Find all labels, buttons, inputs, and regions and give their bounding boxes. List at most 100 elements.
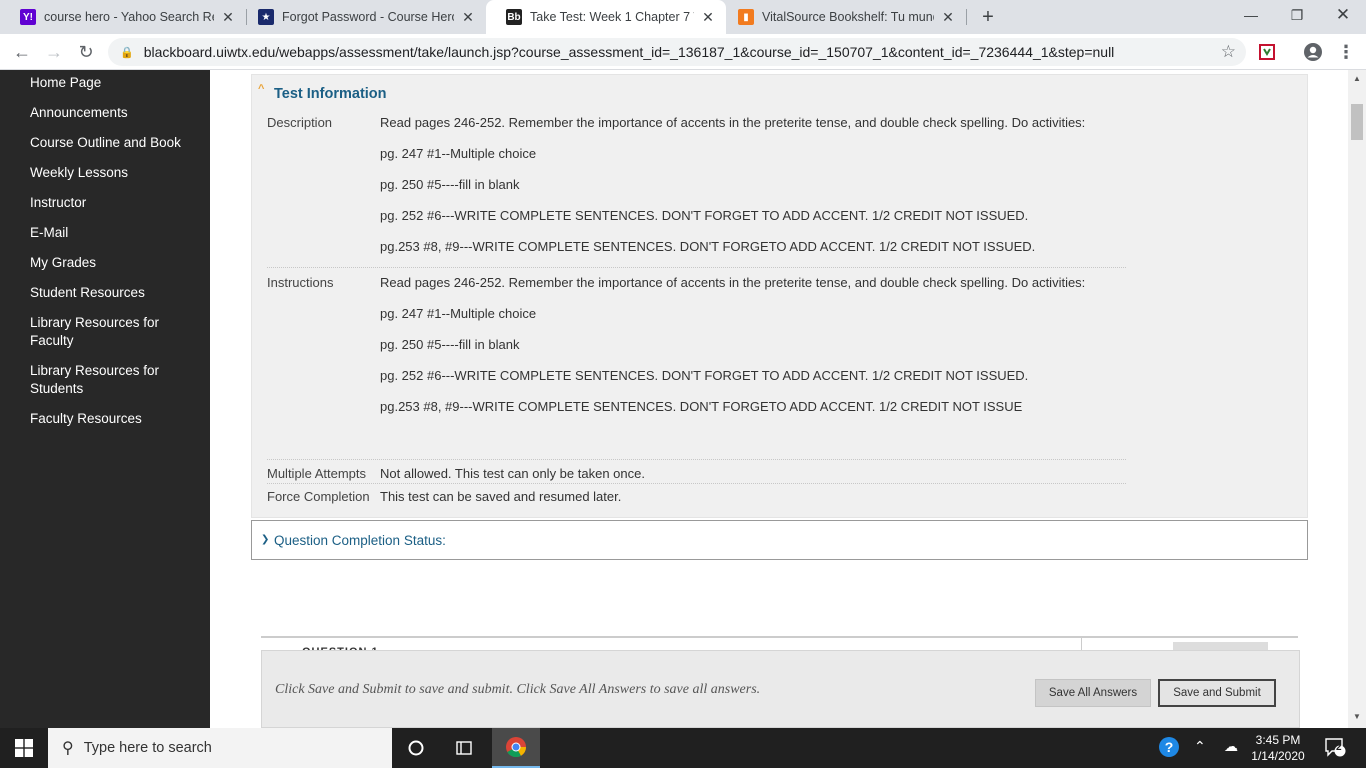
sidebar-item-announcements[interactable]: Announcements (30, 104, 200, 122)
multiple-attempts-value: Not allowed. This test can only be taken… (380, 466, 645, 481)
scroll-up-arrow-icon[interactable]: ▲ (1353, 74, 1361, 83)
description-line: pg.253 #8, #9---WRITE COMPLETE SENTENCES… (380, 239, 1036, 254)
sidebar-item-weekly-lessons[interactable]: Weekly Lessons (30, 164, 200, 182)
description-line: pg. 252 #6---WRITE COMPLETE SENTENCES. D… (380, 208, 1029, 223)
clock-date: 1/14/2020 (1251, 749, 1305, 763)
tab-title: Forgot Password - Course Hero (282, 10, 454, 24)
address-bar[interactable]: 🔒 blackboard.uiwtx.edu/webapps/assessmen… (108, 38, 1246, 66)
divider (267, 267, 1126, 268)
question-header-divider (1081, 636, 1082, 650)
instructions-line: Read pages 246-252. Remember the importa… (380, 275, 1086, 290)
close-tab-icon[interactable]: ✕ (460, 9, 476, 25)
blackboard-favicon-icon: Bb (506, 9, 522, 25)
question-completion-label: Question Completion Status: (274, 533, 446, 548)
tab-title: VitalSource Bookshelf: Tu mundo (762, 10, 934, 24)
sidebar-item-course-outline[interactable]: Course Outline and Book (30, 134, 200, 152)
test-information-title[interactable]: Test Information (274, 86, 387, 102)
sidebar-item-library-faculty[interactable]: Library Resources for Faculty (30, 314, 200, 350)
page-scrollbar[interactable]: ▲ ▼ (1348, 70, 1366, 728)
sidebar-item-home-page[interactable]: Home Page (30, 74, 200, 92)
new-tab-button[interactable]: + (978, 6, 998, 28)
question-header-rule (261, 636, 1298, 638)
sidebar-item-faculty-resources[interactable]: Faculty Resources (30, 410, 200, 428)
save-all-answers-button[interactable]: Save All Answers (1035, 679, 1151, 707)
help-question-icon: ? (1159, 737, 1179, 757)
vitalsource-favicon-icon: ▮ (738, 9, 754, 25)
description-line: pg. 247 #1--Multiple choice (380, 146, 537, 161)
sidebar-item-instructor[interactable]: Instructor (30, 194, 200, 212)
tab-divider (966, 9, 967, 25)
lock-icon: 🔒 (120, 46, 134, 59)
browser-toolbar: ← → ↻ 🔒 blackboard.uiwtx.edu/webapps/ass… (0, 34, 1366, 70)
save-and-submit-button[interactable]: Save and Submit (1158, 679, 1276, 707)
url-text: blackboard.uiwtx.edu/webapps/assessment/… (143, 44, 1115, 60)
description-label: Description (267, 115, 333, 130)
clock-time: 3:45 PM (1255, 733, 1301, 747)
show-hidden-icons-chevron-icon[interactable]: ⌃ (1194, 738, 1206, 755)
browser-tab-vitalsource[interactable]: ▮ VitalSource Bookshelf: Tu mundo ✕ (718, 0, 966, 34)
submit-bar: Click Save and Submit to save and submit… (261, 650, 1300, 728)
sidebar-item-my-grades[interactable]: My Grades (30, 254, 200, 272)
notification-count: 2 (1336, 742, 1342, 753)
sidebar-item-email[interactable]: E-Mail (30, 224, 200, 242)
profile-avatar-icon[interactable] (1303, 42, 1323, 62)
instructions-line: pg. 252 #6---WRITE COMPLETE SENTENCES. D… (380, 368, 1029, 383)
start-button[interactable] (0, 728, 48, 768)
cortana-icon[interactable] (392, 728, 440, 768)
browser-tab-strip: Y! course hero - Yahoo Search Resu ✕ ★ F… (0, 0, 1366, 34)
forward-arrow-icon[interactable]: → (42, 40, 66, 64)
task-view-icon[interactable] (440, 728, 488, 768)
extension-icon[interactable] (1258, 43, 1276, 61)
description-line: pg. 250 #5----fill in blank (380, 177, 520, 192)
question-completion-status[interactable]: ❯ Question Completion Status: (251, 520, 1308, 560)
tab-title: Take Test: Week 1 Chapter 7 Writ (530, 10, 694, 24)
multiple-attempts-label: Multiple Attempts (267, 466, 366, 481)
bookmark-star-icon[interactable]: ☆ (1221, 42, 1236, 62)
collapse-caret-icon[interactable]: ^ (258, 83, 264, 95)
restore-icon[interactable]: ❐ (1274, 0, 1320, 30)
taskbar-search-box[interactable]: ⚲ Type here to search (48, 728, 392, 768)
force-completion-label: Force Completion (267, 489, 370, 504)
menu-kebab-icon[interactable]: ⋮ (1334, 40, 1358, 64)
close-tab-icon[interactable]: ✕ (220, 9, 236, 25)
windows-taskbar: ⚲ Type here to search ? ⌃ ☁ 3:45 PM 1/14… (0, 728, 1366, 768)
close-tab-icon[interactable]: ✕ (700, 9, 716, 25)
windows-logo-icon (15, 739, 33, 757)
expand-chevron-icon: ❯ (261, 534, 270, 545)
notification-center-icon[interactable]: 2 (1324, 736, 1346, 761)
chrome-logo-icon (506, 737, 527, 758)
taskbar-clock[interactable]: 3:45 PM 1/14/2020 (1246, 732, 1310, 764)
search-icon: ⚲ (62, 740, 74, 757)
browser-tab-take-test[interactable]: Bb Take Test: Week 1 Chapter 7 Writ ✕ (486, 0, 726, 34)
scroll-down-arrow-icon[interactable]: ▼ (1353, 712, 1361, 721)
browser-tab-course-hero[interactable]: ★ Forgot Password - Course Hero ✕ (238, 0, 486, 34)
minimize-icon[interactable]: — (1228, 0, 1274, 30)
sidebar-item-student-resources[interactable]: Student Resources (30, 284, 200, 302)
instructions-line: pg.253 #8, #9---WRITE COMPLETE SENTENCES… (380, 399, 1023, 414)
instructions-line: pg. 247 #1--Multiple choice (380, 306, 537, 321)
divider (267, 459, 1126, 460)
divider (267, 483, 1126, 484)
browser-tab-yahoo[interactable]: Y! course hero - Yahoo Search Resu ✕ (0, 0, 246, 34)
tab-title: course hero - Yahoo Search Resu (44, 10, 214, 24)
cortana-circle-icon (408, 740, 424, 756)
test-information-panel: ^ Test Information Description Read page… (251, 74, 1308, 518)
close-window-icon[interactable]: ✕ (1320, 0, 1366, 30)
reload-icon[interactable]: ↻ (74, 40, 98, 64)
network-disconnected-icon[interactable]: ☁ (1224, 738, 1238, 755)
instructions-label: Instructions (267, 275, 334, 290)
notification-speech-icon (1325, 738, 1346, 757)
course-menu-sidebar: Home Page Announcements Course Outline a… (0, 70, 210, 728)
chrome-taskbar-icon[interactable] (492, 728, 540, 768)
course-hero-favicon-icon: ★ (258, 9, 274, 25)
back-arrow-icon[interactable]: ← (10, 40, 34, 64)
yahoo-favicon-icon: Y! (20, 9, 36, 25)
description-line: Read pages 246-252. Remember the importa… (380, 115, 1086, 130)
help-icon[interactable]: ? (1158, 736, 1180, 761)
instructions-line: pg. 250 #5----fill in blank (380, 337, 520, 352)
task-view-glyph-icon (456, 741, 472, 755)
submit-hint: Click Save and Submit to save and submit… (275, 682, 761, 697)
close-tab-icon[interactable]: ✕ (940, 9, 956, 25)
sidebar-item-library-students[interactable]: Library Resources for Students (30, 362, 200, 398)
scrollbar-thumb[interactable] (1351, 104, 1363, 140)
